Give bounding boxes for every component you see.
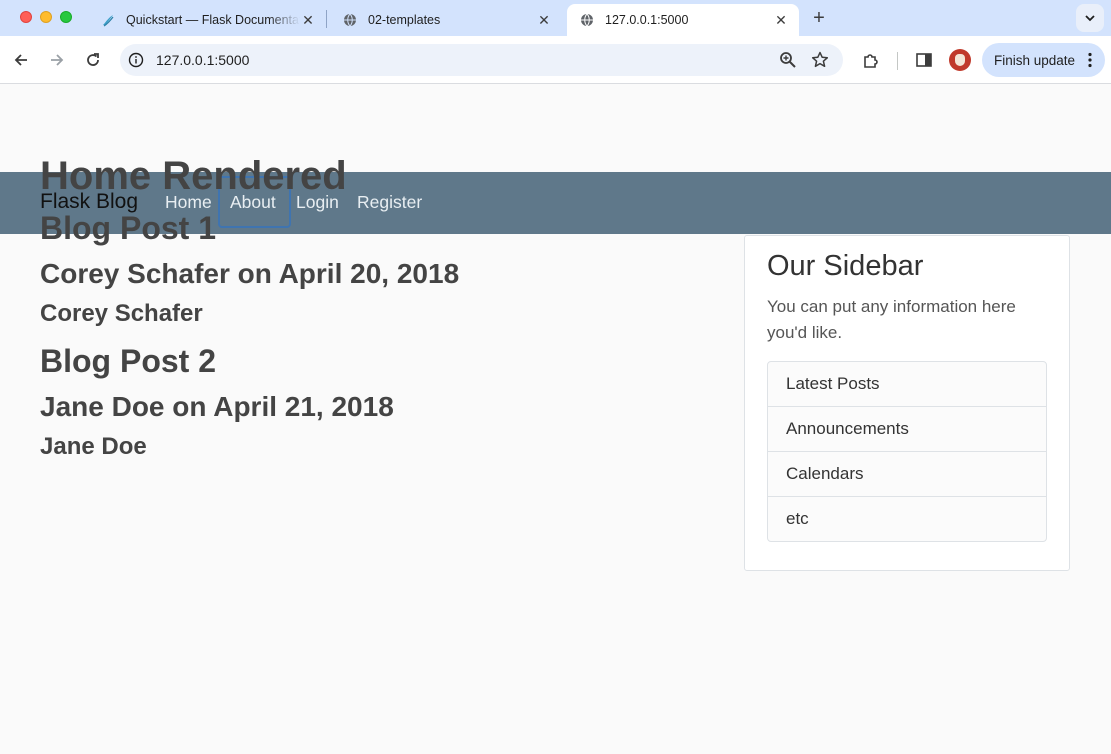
sidebar-item-latest-posts[interactable]: Latest Posts <box>768 362 1046 406</box>
tab-title: 02-templates <box>368 13 441 27</box>
reload-icon[interactable] <box>81 48 105 72</box>
extensions-puzzle-icon[interactable] <box>861 50 881 70</box>
globe-icon <box>579 12 595 28</box>
post-author: Jane Doe <box>40 433 147 460</box>
post-title: Blog Post 2 <box>40 343 217 379</box>
avatar-face-icon <box>955 54 965 66</box>
tab-separator <box>326 10 327 28</box>
site-info-icon[interactable] <box>128 52 144 68</box>
tab-strip: Quickstart — Flask Documentation ✕ 02-te… <box>0 0 1111 36</box>
close-window-button[interactable] <box>20 11 32 23</box>
tab-title: Quickstart — Flask Documentation <box>126 13 300 27</box>
tab-02-templates[interactable]: 02-templates ✕ <box>330 4 562 36</box>
globe-icon <box>342 12 358 28</box>
post-author: Corey Schafer <box>40 300 203 327</box>
sidebar-description: You can put any information here you'd l… <box>767 297 1016 342</box>
sidebar-item-calendars[interactable]: Calendars <box>768 451 1046 496</box>
close-tab-icon[interactable]: ✕ <box>536 12 552 28</box>
sidebar-item-etc[interactable]: etc <box>768 496 1046 541</box>
forward-arrow-icon[interactable] <box>45 48 69 72</box>
post-title: Blog Post 1 <box>40 210 217 246</box>
minimize-window-button[interactable] <box>40 11 52 23</box>
flask-favicon-icon <box>100 12 116 28</box>
finish-update-label: Finish update <box>994 52 1076 68</box>
sidebar-title: Our Sidebar <box>767 250 924 282</box>
more-menu-icon[interactable] <box>1088 52 1092 68</box>
tab-quickstart[interactable]: Quickstart — Flask Documentation ✕ <box>88 4 326 36</box>
browser-toolbar: 127.0.0.1:5000 Finish update <box>0 36 1111 84</box>
back-arrow-icon[interactable] <box>9 48 33 72</box>
bookmark-star-icon[interactable] <box>810 50 830 70</box>
close-tab-icon[interactable]: ✕ <box>300 12 316 28</box>
page-title: Home Rendered <box>40 154 347 198</box>
toolbar-separator <box>897 52 898 70</box>
side-panel-icon[interactable] <box>914 50 934 70</box>
sidebar-list: Latest Posts Announcements Calendars etc <box>767 361 1047 542</box>
post-meta: Jane Doe on April 21, 2018 <box>40 391 394 422</box>
url-text: 127.0.0.1:5000 <box>156 52 250 68</box>
new-tab-icon[interactable]: + <box>808 8 830 30</box>
maximize-window-button[interactable] <box>60 11 72 23</box>
post-meta: Corey Schafer on April 20, 2018 <box>40 258 460 289</box>
address-bar[interactable]: 127.0.0.1:5000 <box>120 44 843 76</box>
tab-title: 127.0.0.1:5000 <box>605 13 689 27</box>
tab-search-chevron-icon[interactable] <box>1076 4 1104 32</box>
zoom-magnifier-icon[interactable] <box>779 51 797 69</box>
sidebar-item-announcements[interactable]: Announcements <box>768 406 1046 451</box>
profile-avatar[interactable] <box>949 49 971 71</box>
sidebar: Our Sidebar You can put any information … <box>744 235 1070 571</box>
tab-localhost-active[interactable]: 127.0.0.1:5000 ✕ <box>567 4 799 36</box>
close-tab-icon[interactable]: ✕ <box>773 12 789 28</box>
finish-update-button[interactable]: Finish update <box>982 43 1105 77</box>
nav-register-link[interactable]: Register <box>357 192 422 213</box>
